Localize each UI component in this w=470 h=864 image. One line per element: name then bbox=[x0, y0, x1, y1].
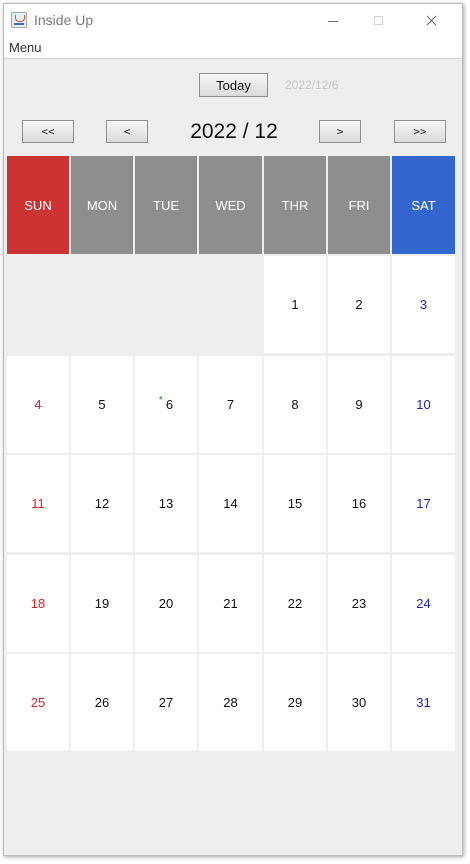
prev-year-button[interactable]: << bbox=[22, 120, 74, 143]
next-month-button[interactable]: > bbox=[319, 120, 361, 143]
day-number-mon: 12 bbox=[94, 496, 110, 511]
calendar-day-cell[interactable]: 3 bbox=[392, 256, 455, 353]
java-coffee-icon bbox=[11, 12, 27, 28]
calendar-day-cell[interactable]: 24 bbox=[392, 555, 455, 652]
calendar-day-cell[interactable]: * 6 bbox=[135, 356, 197, 453]
calendar-day-cell[interactable]: 28 bbox=[199, 654, 262, 751]
day-number-wed: 28 bbox=[223, 695, 238, 710]
day-number-fri: 2 bbox=[355, 297, 363, 312]
maximize-button[interactable] bbox=[356, 4, 402, 37]
day-number-tue: 13 bbox=[158, 496, 174, 511]
calendar-day-cell[interactable]: 8 bbox=[264, 356, 326, 453]
calendar-day-cell[interactable]: 26 bbox=[71, 654, 133, 751]
day-number-fri: 30 bbox=[351, 695, 367, 710]
day-number-fri: 9 bbox=[355, 397, 363, 412]
minimize-button[interactable] bbox=[310, 4, 356, 37]
event-marker-icon: * bbox=[158, 395, 163, 406]
title-bar: Inside Up bbox=[4, 4, 462, 37]
weekday-header-sun: SUN bbox=[7, 156, 69, 254]
calendar-empty-cell bbox=[135, 256, 197, 353]
day-number-sat: 17 bbox=[416, 496, 431, 511]
day-number-thr: 29 bbox=[287, 695, 303, 710]
day-number-tue: 27 bbox=[158, 695, 174, 710]
calendar-day-cell[interactable]: 11 bbox=[7, 455, 69, 552]
menu-bar: Menu bbox=[4, 37, 462, 59]
weekday-header-fri: FRI bbox=[328, 156, 390, 254]
weekday-header-thr: THR bbox=[264, 156, 326, 254]
calendar-day-cell[interactable]: 18 bbox=[7, 555, 69, 652]
today-button[interactable]: Today bbox=[199, 73, 268, 97]
day-number-thr: 22 bbox=[287, 596, 303, 611]
day-number-sun: 11 bbox=[31, 496, 45, 511]
calendar-empty-cell bbox=[7, 256, 69, 353]
day-number-wed: 21 bbox=[223, 596, 238, 611]
day-number-fri: 23 bbox=[351, 596, 367, 611]
calendar-day-cell[interactable]: 14 bbox=[199, 455, 262, 552]
calendar-day-cell[interactable]: 29 bbox=[264, 654, 326, 751]
current-date-label: 2022/12/6 bbox=[285, 78, 339, 92]
calendar-day-cell[interactable]: 31 bbox=[392, 654, 455, 751]
calendar-day-cell[interactable]: 10 bbox=[392, 356, 455, 453]
calendar-day-cell[interactable]: 30 bbox=[328, 654, 390, 751]
next-year-button[interactable]: >> bbox=[394, 120, 446, 143]
calendar-empty-cell bbox=[199, 256, 262, 353]
day-number-thr: 15 bbox=[287, 496, 303, 511]
day-number-sat: 24 bbox=[416, 596, 431, 611]
day-number-sun: 25 bbox=[30, 695, 46, 710]
day-number-sun: 4 bbox=[34, 397, 42, 412]
day-number-mon: 26 bbox=[94, 695, 110, 710]
weekday-header-wed: WED bbox=[199, 156, 262, 254]
calendar-day-cell[interactable]: 16 bbox=[328, 455, 390, 552]
prev-month-button[interactable]: < bbox=[106, 120, 148, 143]
day-number-wed: 14 bbox=[223, 496, 238, 511]
day-number-sat: 10 bbox=[416, 397, 431, 412]
calendar-day-cell[interactable]: 9 bbox=[328, 356, 390, 453]
calendar-empty-cell bbox=[71, 256, 133, 353]
calendar-day-cell[interactable]: 17 bbox=[392, 455, 455, 552]
calendar-day-cell[interactable]: 22 bbox=[264, 555, 326, 652]
calendar-day-cell[interactable]: 20 bbox=[135, 555, 197, 652]
app-window: Inside Up Menu Today 2022/12/6 << < 2022… bbox=[3, 3, 463, 856]
calendar-day-cell[interactable]: 27 bbox=[135, 654, 197, 751]
day-number-wed: 7 bbox=[226, 397, 235, 412]
day-number-mon: 5 bbox=[98, 397, 106, 412]
calendar-day-cell[interactable]: 21 bbox=[199, 555, 262, 652]
calendar-day-cell[interactable]: 19 bbox=[71, 555, 133, 652]
day-number-fri: 16 bbox=[351, 496, 367, 511]
day-number-sun: 18 bbox=[30, 596, 46, 611]
menu-item-menu[interactable]: Menu bbox=[9, 40, 42, 55]
calendar-day-cell[interactable]: 2 bbox=[328, 256, 390, 353]
day-number-sat: 3 bbox=[419, 297, 428, 312]
window-title: Inside Up bbox=[34, 12, 94, 28]
close-button[interactable] bbox=[408, 4, 454, 37]
calendar-day-cell[interactable]: 5 bbox=[71, 356, 133, 453]
calendar-day-cell[interactable]: 12 bbox=[71, 455, 133, 552]
calendar-day-cell[interactable]: 15 bbox=[264, 455, 326, 552]
calendar-day-cell[interactable]: 13 bbox=[135, 455, 197, 552]
weekday-header-mon: MON bbox=[71, 156, 133, 254]
weekday-header-tue: TUE bbox=[135, 156, 197, 254]
day-number-tue: 20 bbox=[158, 596, 174, 611]
calendar-day-cell[interactable]: 25 bbox=[7, 654, 69, 751]
day-number-mon: 19 bbox=[94, 596, 110, 611]
day-number-tue: 6 bbox=[165, 397, 174, 412]
month-year-label: 2022 / 12 bbox=[190, 120, 278, 143]
weekday-header-sat: SAT bbox=[392, 156, 455, 254]
calendar-day-cell[interactable]: 1 bbox=[264, 256, 326, 353]
day-number-sat: 31 bbox=[416, 695, 431, 710]
day-number-thr: 1 bbox=[291, 297, 299, 312]
calendar-day-cell[interactable]: 7 bbox=[199, 356, 262, 453]
day-number-thr: 8 bbox=[291, 397, 299, 412]
calendar-day-cell[interactable]: 4 bbox=[7, 356, 69, 453]
calendar-day-cell[interactable]: 23 bbox=[328, 555, 390, 652]
